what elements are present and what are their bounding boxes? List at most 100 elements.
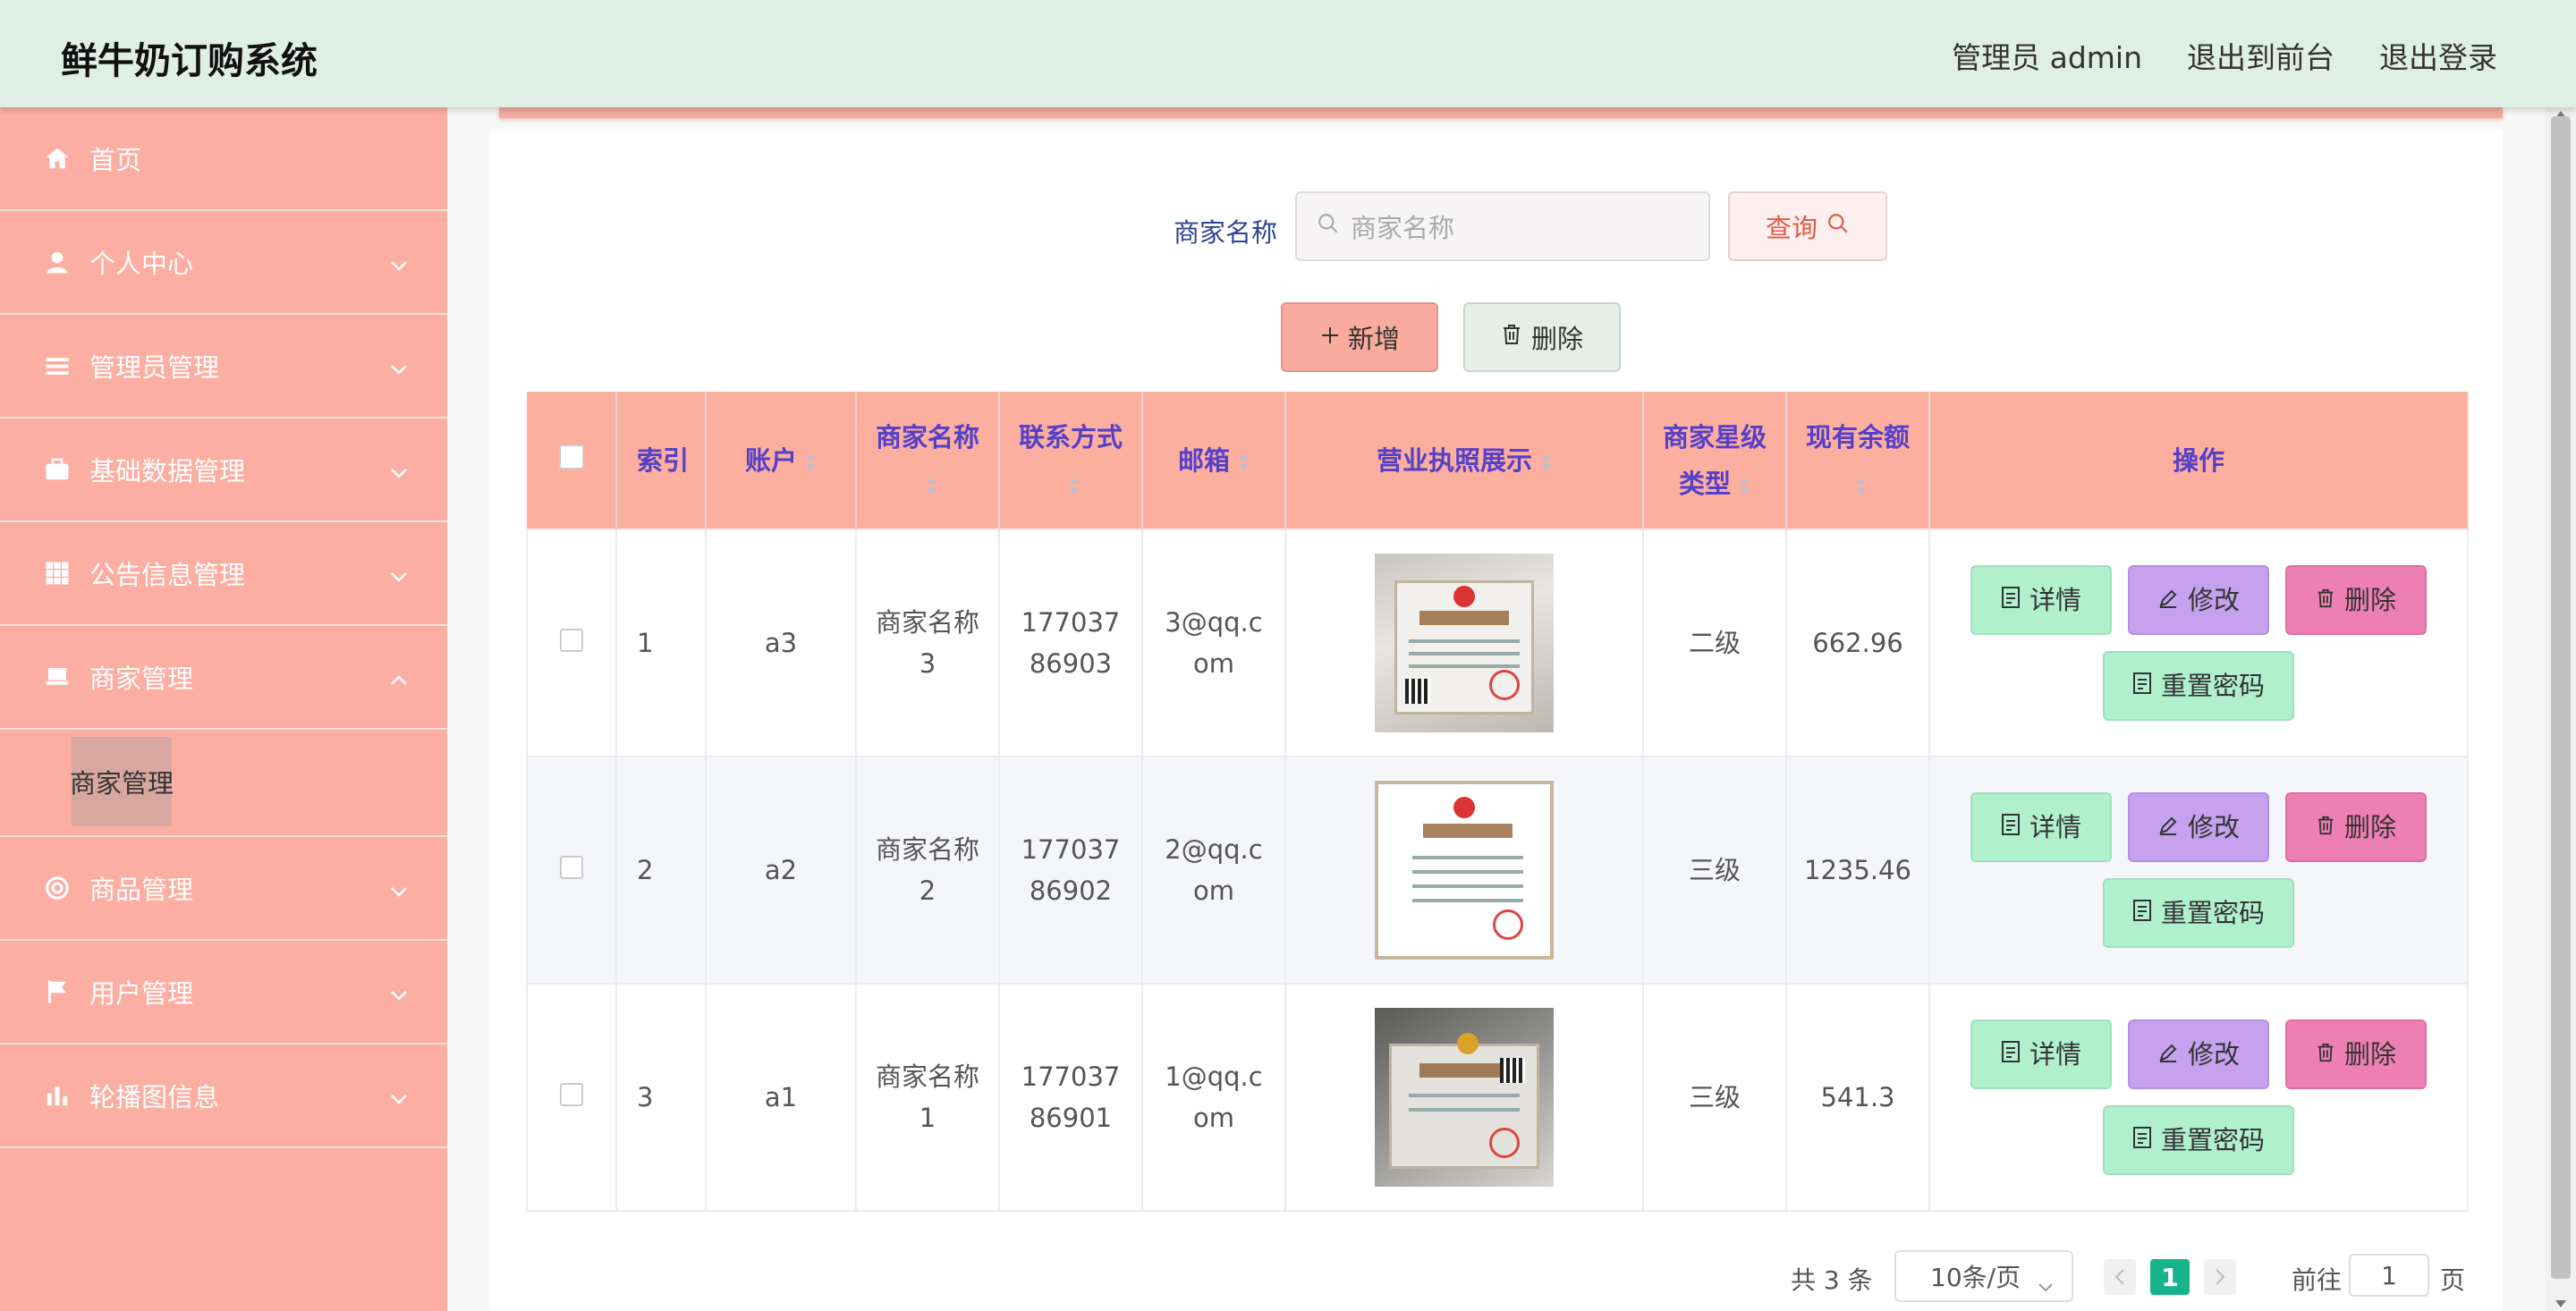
pencil-icon bbox=[2157, 807, 2179, 848]
pagination: 共 3 条 10条/页 1 前往 1 页 bbox=[490, 1250, 2503, 1304]
sort-icon[interactable] bbox=[1539, 450, 1552, 475]
col-account[interactable]: 账户 bbox=[706, 392, 857, 529]
col-phone[interactable]: 联系方式 bbox=[999, 392, 1143, 529]
sidebar-item-carousel[interactable]: 轮播图信息 bbox=[0, 1045, 447, 1148]
edit-button[interactable]: 修改 bbox=[2128, 1019, 2269, 1089]
search-button-label: 查询 bbox=[1765, 213, 1818, 243]
license-stamp bbox=[1493, 909, 1523, 940]
lifebuoy-icon bbox=[43, 874, 72, 902]
sidebar-item-label: 公告信息管理 bbox=[89, 560, 246, 590]
sidebar-item-label: 用户管理 bbox=[89, 978, 194, 1009]
admin-label[interactable]: 管理员 admin bbox=[1952, 34, 2142, 77]
license-line bbox=[1409, 664, 1520, 668]
cell-email: 3@qq.com bbox=[1141, 529, 1286, 757]
col-license[interactable]: 营业执照展示 bbox=[1285, 392, 1644, 529]
scroll-down-icon[interactable] bbox=[2555, 1300, 2566, 1307]
reset-password-button[interactable]: 重置密码 bbox=[2103, 1105, 2294, 1175]
next-page-button[interactable] bbox=[2204, 1259, 2236, 1295]
cell-name: 商家名称2 bbox=[855, 756, 1000, 985]
sidebar-item-label: 基础数据管理 bbox=[89, 456, 246, 486]
page-number-current[interactable]: 1 bbox=[2150, 1259, 2190, 1295]
scrollbar-thumb[interactable] bbox=[2551, 116, 2571, 1279]
exit-to-front-link[interactable]: 退出到前台 bbox=[2187, 34, 2334, 77]
search-label: 商家名称 bbox=[1174, 217, 1278, 248]
detail-button[interactable]: 详情 bbox=[1970, 565, 2112, 635]
col-balance[interactable]: 现有余额 bbox=[1786, 392, 1930, 529]
delete-button[interactable]: 删除 bbox=[2285, 565, 2427, 635]
add-button[interactable]: 新增 bbox=[1281, 302, 1438, 372]
detail-button[interactable]: 详情 bbox=[1970, 792, 2112, 862]
sidebar-item-users[interactable]: 用户管理 bbox=[0, 941, 447, 1045]
delete-label: 删除 bbox=[2343, 812, 2396, 842]
pencil-icon bbox=[2157, 579, 2179, 621]
sidebar-item-admin[interactable]: 管理员管理 bbox=[0, 315, 447, 419]
row-checkbox[interactable] bbox=[560, 856, 583, 879]
delete-button[interactable]: 删除 bbox=[2285, 1019, 2427, 1089]
detail-button[interactable]: 详情 bbox=[1970, 1019, 2112, 1089]
reset-password-button[interactable]: 重置密码 bbox=[2103, 878, 2294, 948]
sidebar-item-label: 管理员管理 bbox=[89, 352, 220, 383]
col-phone-label: 联系方式 bbox=[1018, 421, 1123, 453]
sidebar-item-goods[interactable]: 商品管理 bbox=[0, 837, 447, 941]
reset-password-button[interactable]: 重置密码 bbox=[2103, 651, 2294, 721]
delete-label: 删除 bbox=[2343, 1039, 2396, 1070]
sidebar-item-profile[interactable]: 个人中心 bbox=[0, 211, 447, 315]
sidebar-item-basic-data[interactable]: 基础数据管理 bbox=[0, 419, 447, 522]
edit-button[interactable]: 修改 bbox=[2128, 792, 2269, 862]
col-name[interactable]: 商家名称 bbox=[856, 392, 1000, 529]
license-title-mark bbox=[1419, 1063, 1509, 1078]
col-index: 索引 bbox=[616, 392, 707, 529]
page-suffix: 页 bbox=[2440, 1265, 2466, 1295]
sort-icon[interactable] bbox=[1237, 450, 1250, 475]
trash-icon bbox=[2316, 1034, 2335, 1075]
license-image[interactable] bbox=[1375, 554, 1554, 732]
vertical-scrollbar[interactable] bbox=[2546, 107, 2576, 1311]
chevron-down-icon bbox=[390, 351, 408, 381]
plus-icon bbox=[1319, 322, 1341, 352]
add-button-label: 新增 bbox=[1347, 324, 1400, 354]
page-size-select[interactable]: 10条/页 bbox=[1894, 1250, 2073, 1302]
sidebar-subitem-merchant[interactable]: 商家管理 bbox=[70, 737, 174, 826]
search-input[interactable]: 商家名称 bbox=[1295, 191, 1710, 261]
delete-button[interactable]: 删除 bbox=[2285, 792, 2427, 862]
sort-icon[interactable] bbox=[804, 450, 817, 475]
license-image[interactable] bbox=[1375, 781, 1554, 960]
sidebar-item-merchant[interactable]: 商家管理 bbox=[0, 626, 447, 730]
main-content: 商家名称 商家名称 查询 新增 删除 索引 账户 商家名称 联系方式 邮箱 营业… bbox=[447, 107, 2546, 1311]
briefcase-icon bbox=[43, 455, 72, 484]
grid-icon bbox=[43, 559, 72, 588]
license-image[interactable] bbox=[1375, 1008, 1554, 1187]
cell-actions: 详情 修改 删除 重置密码 bbox=[1928, 756, 2469, 985]
col-name-label: 商家名称 bbox=[875, 421, 979, 453]
prev-page-button[interactable] bbox=[2104, 1259, 2136, 1295]
col-level[interactable]: 商家星级类型 bbox=[1643, 392, 1787, 529]
edit-button[interactable]: 修改 bbox=[2128, 565, 2269, 635]
row-checkbox[interactable] bbox=[560, 629, 583, 652]
sidebar-item-label: 商品管理 bbox=[89, 875, 194, 905]
goto-page-input[interactable]: 1 bbox=[2349, 1254, 2429, 1297]
edit-label: 修改 bbox=[2187, 1039, 2240, 1070]
cell-level: 三级 bbox=[1642, 756, 1787, 985]
sort-icon[interactable] bbox=[1068, 473, 1080, 498]
logout-link[interactable]: 退出登录 bbox=[2379, 34, 2497, 77]
sort-icon[interactable] bbox=[1855, 473, 1868, 498]
document-icon bbox=[2001, 807, 2021, 848]
select-all-checkbox[interactable] bbox=[558, 444, 584, 469]
license-stamp bbox=[1489, 1128, 1520, 1158]
cell-index: 1 bbox=[615, 529, 707, 757]
cell-balance: 1235.46 bbox=[1785, 756, 1930, 985]
row-checkbox[interactable] bbox=[560, 1083, 583, 1106]
sort-icon[interactable] bbox=[925, 473, 937, 498]
detail-label: 详情 bbox=[2029, 1039, 2081, 1070]
search-button[interactable]: 查询 bbox=[1728, 191, 1887, 261]
document-icon bbox=[2132, 1120, 2152, 1161]
sidebar-item-home[interactable]: 首页 bbox=[0, 107, 447, 211]
batch-delete-button[interactable]: 删除 bbox=[1463, 302, 1621, 372]
cell-name: 商家名称1 bbox=[855, 983, 1000, 1212]
license-stamp bbox=[1489, 670, 1520, 700]
license-line bbox=[1412, 856, 1523, 859]
col-email[interactable]: 邮箱 bbox=[1142, 392, 1286, 529]
sidebar-item-notice[interactable]: 公告信息管理 bbox=[0, 522, 447, 626]
top-links: 管理员 admin 退出到前台 退出登录 bbox=[1952, 34, 2497, 77]
sort-icon[interactable] bbox=[1738, 473, 1750, 498]
